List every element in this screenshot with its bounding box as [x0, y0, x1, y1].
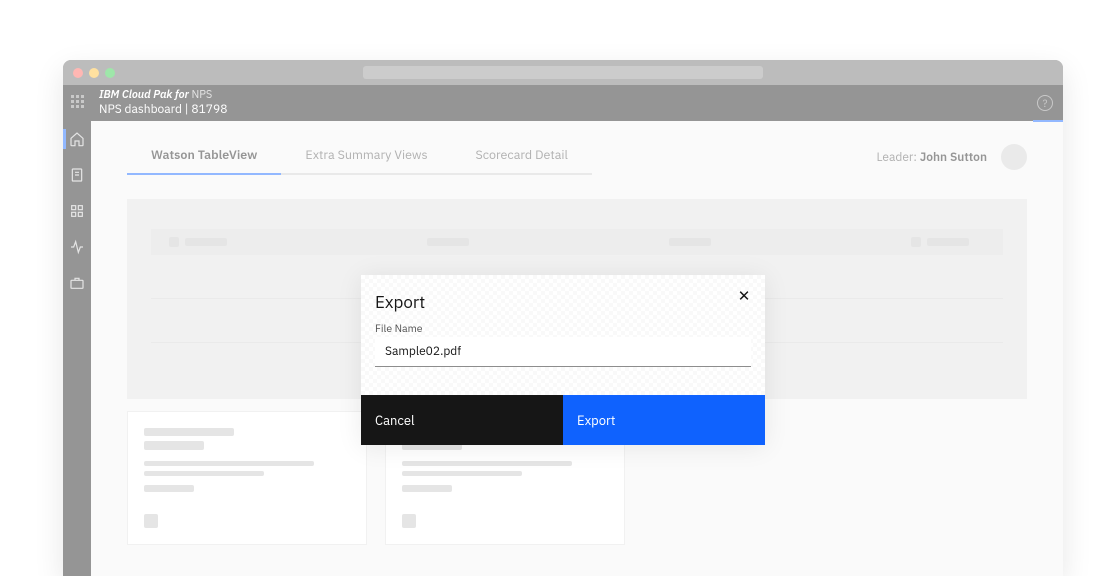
cancel-button[interactable]: Cancel [361, 395, 563, 445]
window-frame: IBM Cloud Pak for NPS NPS dashboard | 81… [63, 60, 1063, 576]
export-modal: ✕ Export File Name Cancel Export [361, 275, 765, 445]
file-name-label: File Name [375, 321, 751, 335]
export-button[interactable]: Export [563, 395, 765, 445]
modal-title: Export [375, 291, 751, 313]
modal-overlay[interactable]: ✕ Export File Name Cancel Export [63, 60, 1063, 576]
close-icon[interactable]: ✕ [733, 285, 755, 307]
file-name-input[interactable] [375, 337, 751, 367]
